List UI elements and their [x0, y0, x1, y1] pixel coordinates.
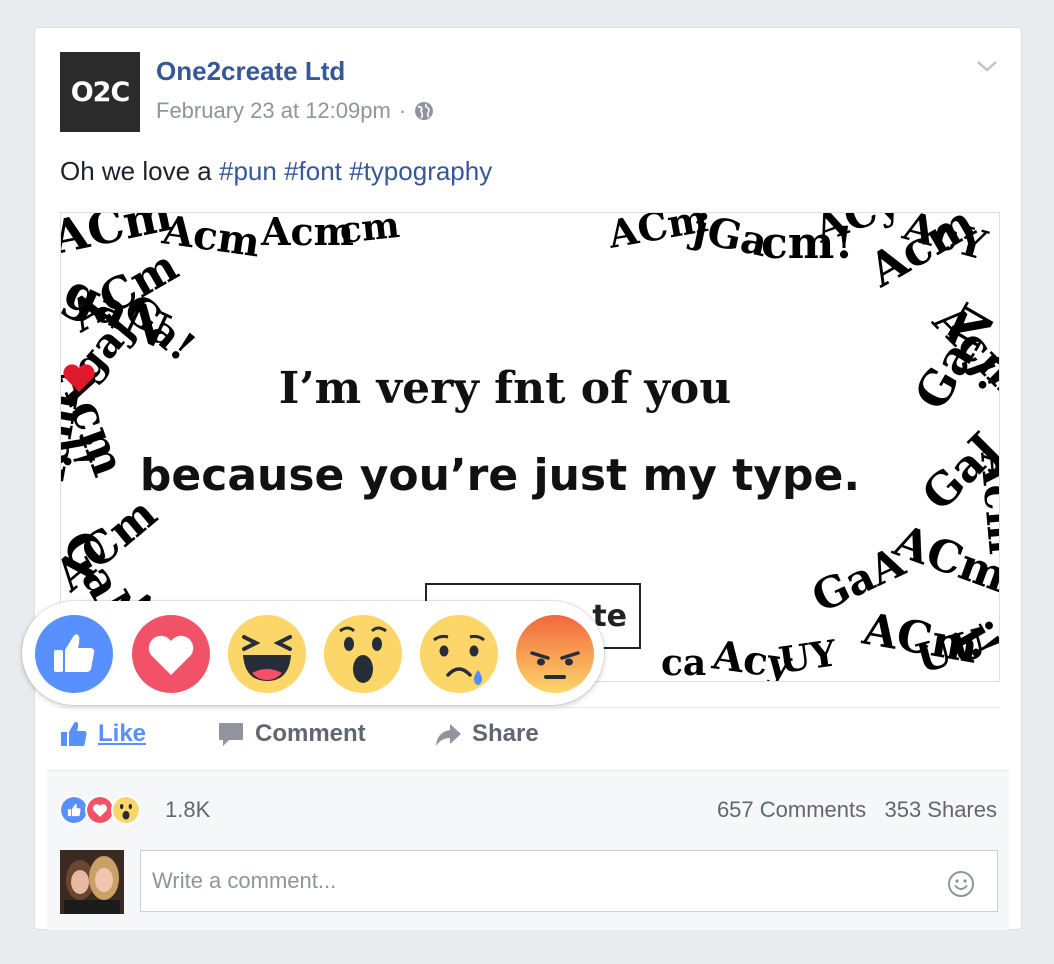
- comment-button[interactable]: Comment: [217, 720, 366, 748]
- page-avatar-text: O2C: [70, 76, 131, 108]
- svg-text:cm: cm: [338, 213, 402, 252]
- like-label: Like: [98, 720, 147, 747]
- page-avatar[interactable]: O2C: [60, 52, 140, 132]
- angry-reaction-icon: [516, 615, 594, 693]
- reactions-picker: [22, 601, 604, 705]
- user-photo: [60, 850, 124, 914]
- svg-text:jGa: jGa: [686, 213, 772, 266]
- post-meta: February 23 at 12:09pm ·: [156, 98, 434, 124]
- haha-reaction-icon: [228, 615, 306, 693]
- hashtag-font[interactable]: #font: [284, 156, 342, 186]
- shares-count-link[interactable]: 353 Shares: [884, 797, 997, 822]
- summary-stats: 657 Comments 353 Shares: [717, 797, 997, 823]
- post-message: Oh we love a #pun #font #typography: [60, 156, 492, 187]
- love-reaction-icon: [132, 615, 210, 693]
- comments-count-link[interactable]: 657 Comments: [717, 797, 866, 822]
- summary-reaction-icons[interactable]: [59, 795, 141, 825]
- svg-text:UY: UY: [776, 632, 840, 682]
- like-button[interactable]: Like: [60, 720, 146, 748]
- post-message-text: Oh we love a: [60, 156, 212, 186]
- post-timestamp[interactable]: February 23 at 12:09pm: [156, 98, 391, 124]
- globe-icon: [415, 102, 434, 120]
- svg-text:ca: ca: [661, 642, 706, 682]
- thumbs-up-icon: [61, 722, 87, 746]
- like-reaction-icon: [35, 615, 113, 693]
- wow-reaction-icon: [324, 615, 402, 693]
- share-arrow-icon: [436, 724, 461, 746]
- comment-bubble-icon: [219, 723, 243, 746]
- comment-label: Comment: [255, 720, 366, 747]
- share-button[interactable]: Share: [434, 720, 539, 748]
- reaction-love-button[interactable]: [132, 615, 210, 693]
- reaction-angry-button[interactable]: [516, 615, 594, 693]
- meta-separator: ·: [398, 98, 407, 123]
- post-actions: Like Comment Share: [60, 720, 1000, 760]
- post-card: O2C One2create Ltd February 23 at 12:09p…: [22, 27, 1022, 930]
- comment-input[interactable]: Write a comment...: [140, 850, 998, 912]
- share-label: Share: [472, 720, 539, 747]
- actions-divider: [60, 707, 1000, 708]
- comment-placeholder: Write a comment...: [152, 868, 337, 893]
- image-headline: I’m very f nt of you: [61, 363, 999, 414]
- mini-wow-icon: [111, 795, 141, 825]
- page-name-link[interactable]: One2create Ltd: [156, 56, 345, 87]
- reaction-wow-button[interactable]: [324, 615, 402, 693]
- image-headline-part2: nt of you: [513, 363, 732, 414]
- smiley-icon[interactable]: [947, 870, 975, 898]
- svg-text:Acm: Acm: [159, 213, 263, 267]
- hashtag-pun[interactable]: #pun: [219, 156, 277, 186]
- chevron-down-icon[interactable]: [975, 56, 999, 76]
- reaction-count[interactable]: 1.8K: [165, 797, 210, 823]
- image-subline: because you’re just my type.: [139, 450, 861, 501]
- reaction-sad-button[interactable]: [420, 615, 498, 693]
- comment-composer: Write a comment...: [47, 840, 1009, 930]
- hashtag-typography[interactable]: #typography: [349, 156, 492, 186]
- reaction-like-button[interactable]: [35, 615, 113, 693]
- reaction-haha-button[interactable]: [228, 615, 306, 693]
- reaction-summary: 1.8K 657 Comments 353 Shares: [47, 770, 1009, 841]
- user-avatar[interactable]: [60, 850, 124, 914]
- heart-icon: [63, 364, 95, 392]
- image-headline-part1: I’m very f: [278, 363, 514, 414]
- sad-reaction-icon: [420, 615, 498, 693]
